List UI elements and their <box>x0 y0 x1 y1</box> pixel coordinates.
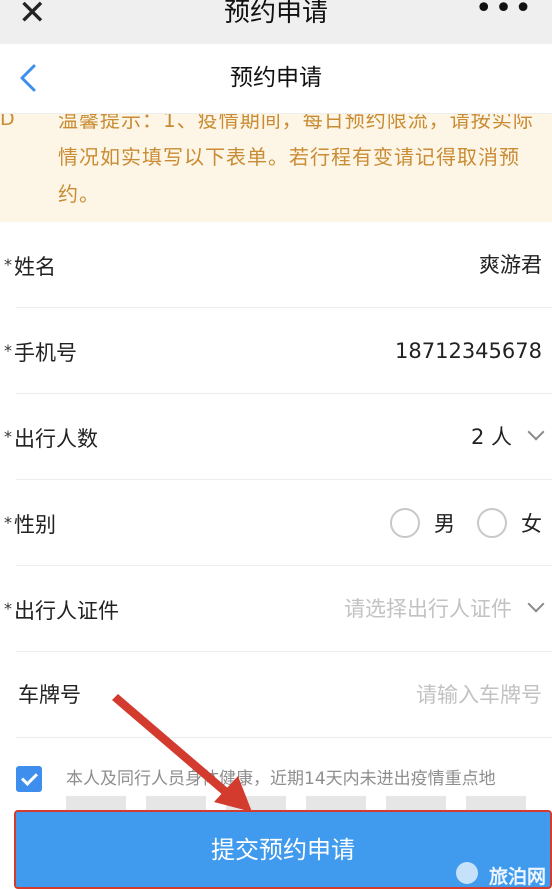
form-row-id-doc: *出行人证件 请选择出行人证件 <box>0 566 552 652</box>
divider <box>16 737 552 738</box>
notice-icon: Ⅾ <box>0 114 15 130</box>
gender-option-female[interactable]: 女 <box>477 508 542 538</box>
id-doc-select[interactable]: 请选择出行人证件 <box>344 566 545 652</box>
gender-option-male[interactable]: 男 <box>390 508 455 538</box>
form-row-name: *姓名 爽游君 <box>0 222 552 308</box>
name-field[interactable]: 爽游君 <box>479 222 542 308</box>
agreement-text: 本人及同行人员身体健康，近期14天内未进出疫情重点地 <box>66 769 496 789</box>
gender-radio-group: 男 女 <box>368 480 542 566</box>
people-value: 2 人 <box>470 425 512 449</box>
form-row-plate: 车牌号 请输入车牌号 <box>0 652 552 738</box>
agreement-checkbox[interactable] <box>16 766 42 792</box>
chevron-down-icon <box>527 595 545 613</box>
notice-banner: Ⅾ 温馨提示：1、疫情期间，每日预约限流，请按实际情况如实填写以下表单。若行程有… <box>0 114 552 222</box>
watermark-logo-icon <box>456 862 478 884</box>
radio-circle-icon <box>390 508 420 538</box>
radio-circle-icon <box>477 508 507 538</box>
required-mark: * <box>4 599 12 618</box>
name-label: *姓名 <box>4 255 56 279</box>
wechat-title: 预约申请 <box>223 0 328 28</box>
agreement: 本人及同行人员身体健康，近期14天内未进出疫情重点地 <box>0 752 552 812</box>
form-row-phone: *手机号 18712345678 <box>0 308 552 394</box>
watermark: 旅泊网 <box>488 866 546 888</box>
people-select[interactable]: 2 人 <box>470 394 545 480</box>
phone-field[interactable]: 18712345678 <box>395 308 542 394</box>
wechat-top-bar: ✕ 预约申请 ••• <box>0 0 552 44</box>
id-doc-placeholder: 请选择出行人证件 <box>344 597 512 621</box>
people-label: *出行人数 <box>4 427 98 451</box>
page-header: 预约申请 <box>0 44 552 114</box>
form-row-people: *出行人数 2 人 <box>0 394 552 480</box>
required-mark: * <box>4 427 12 446</box>
plate-label: 车牌号 <box>18 683 81 707</box>
required-mark: * <box>4 255 12 274</box>
gender-option-label: 女 <box>521 512 542 536</box>
id-doc-label: *出行人证件 <box>4 599 119 623</box>
plate-input[interactable]: 请输入车牌号 <box>416 652 542 738</box>
notice-text: 温馨提示：1、疫情期间，每日预约限流，请按实际情况如实填写以下表单。若行程有变请… <box>58 114 534 206</box>
chevron-down-icon <box>527 423 545 441</box>
more-options-icon[interactable]: ••• <box>475 0 534 26</box>
page-title: 预约申请 <box>230 65 322 91</box>
form-row-gender: *性别 男 女 <box>0 480 552 566</box>
gender-option-label: 男 <box>434 512 455 536</box>
gender-label: *性别 <box>4 513 56 537</box>
required-mark: * <box>4 341 12 360</box>
required-mark: * <box>4 513 12 532</box>
phone-label: *手机号 <box>4 341 77 365</box>
